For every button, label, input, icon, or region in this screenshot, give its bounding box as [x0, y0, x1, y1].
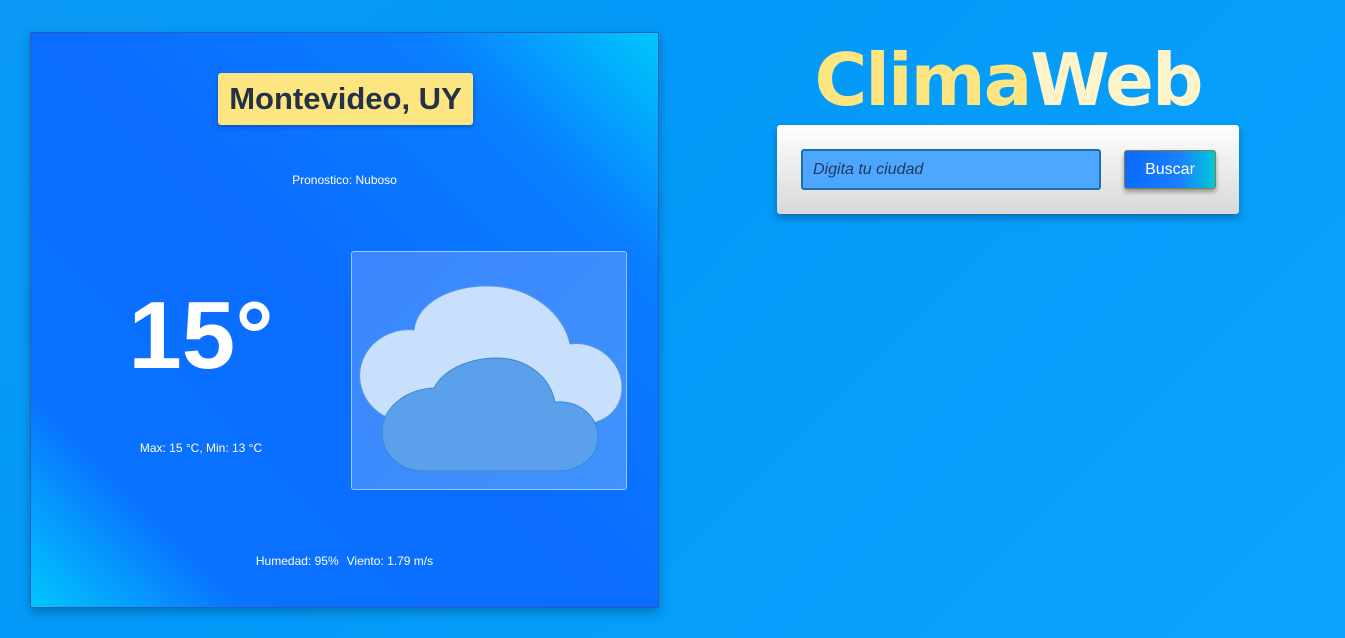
search-panel: Buscar: [777, 125, 1239, 214]
min-max-temperature: Max: 15 °C, Min: 13 °C: [139, 441, 263, 455]
city-search-input[interactable]: [801, 149, 1101, 190]
humidity-text: Humedad: 95%: [255, 554, 339, 568]
city-badge: Montevideo, UY: [218, 73, 473, 125]
cloudy-icon: [359, 285, 623, 472]
brand-web: Web: [1030, 38, 1203, 122]
weather-stats: Humedad: 95% Viento: 1.79 m/s: [31, 554, 658, 568]
weather-card: Montevideo, UY Pronostico: Nuboso 15° Ma…: [30, 32, 659, 608]
forecast-text: Pronostico: Nuboso: [292, 173, 397, 187]
current-temperature: 15°: [128, 282, 274, 389]
app-title: ClimaWeb: [777, 36, 1239, 124]
search-button[interactable]: Buscar: [1124, 150, 1216, 189]
wind-text: Viento: 1.79 m/s: [346, 554, 434, 568]
brand-clima: Clima: [814, 38, 1032, 122]
weather-icon-box: [351, 251, 627, 490]
